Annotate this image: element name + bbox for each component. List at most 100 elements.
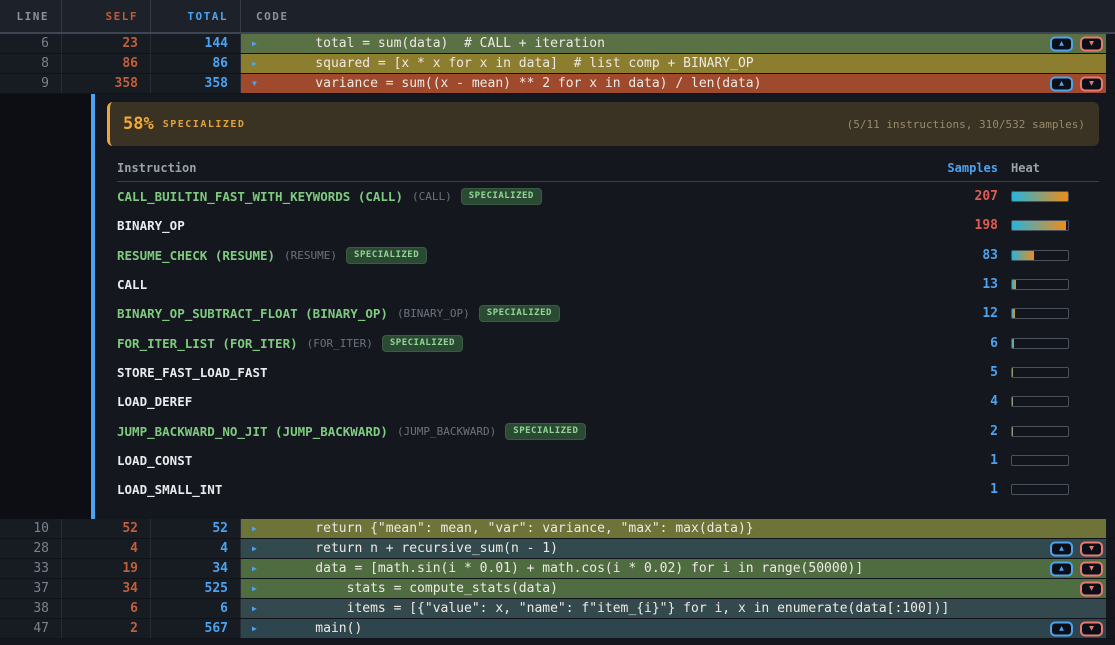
expand-toggle-icon[interactable]: ▶ <box>252 625 262 633</box>
expanded-content: 58% SPECIALIZED (5/11 instructions, 310/… <box>95 94 1115 519</box>
instruction-name: BINARY_OP_SUBTRACT_FLOAT (BINARY_OP) <box>117 306 388 321</box>
samples-value: 6 <box>928 336 998 351</box>
heat-cell <box>1011 191 1099 202</box>
total-samples: 144 <box>151 34 241 53</box>
heat-cell <box>1011 308 1099 319</box>
code-row-line-28[interactable]: 28 4 4 ▶ return n + recursive_sum(n - 1)… <box>0 539 1115 559</box>
total-samples: 34 <box>151 559 241 578</box>
nav-buttons: ▲ ▼ <box>1050 36 1103 51</box>
collapse-toggle-icon[interactable]: ▼ <box>252 80 262 88</box>
heat-cell <box>1011 484 1099 495</box>
code-cell[interactable]: ▶ items = [{"value": x, "name": f"item_{… <box>241 599 1106 618</box>
heat-bar <box>1011 220 1069 231</box>
self-samples: 34 <box>62 579 151 598</box>
code-row-line-10[interactable]: 10 52 52 ▶ return {"mean": mean, "var": … <box>0 519 1115 539</box>
code-cell[interactable]: ▶ squared = [x * x for x in data] # list… <box>241 54 1106 73</box>
column-header-total: TOTAL <box>151 0 241 32</box>
heat-cell <box>1011 455 1099 466</box>
heat-bar <box>1011 191 1069 202</box>
expand-toggle-icon[interactable]: ▶ <box>252 60 262 68</box>
specialized-badge: SPECIALIZED <box>505 423 586 440</box>
code-row-line-38[interactable]: 38 6 6 ▶ items = [{"value": x, "name": f… <box>0 599 1115 619</box>
sample-stats: (5/11 instructions, 310/532 samples) <box>847 118 1085 131</box>
line-number: 33 <box>0 559 62 578</box>
column-header-line: LINE <box>0 0 62 32</box>
nav-buttons: ▲ ▼ <box>1050 76 1103 91</box>
code-row-line-6[interactable]: 6 23 144 ▶ total = sum(data) # CALL + it… <box>0 34 1115 54</box>
code-row-line-47[interactable]: 47 2 567 ▶ main() ▲ ▼ <box>0 619 1115 639</box>
specialized-label: SPECIALIZED <box>163 119 246 130</box>
jump-down-button[interactable]: ▼ <box>1080 541 1103 556</box>
instruction-cell: BINARY_OP <box>117 218 928 233</box>
samples-value: 13 <box>928 277 998 292</box>
jump-up-button[interactable]: ▲ <box>1050 36 1073 51</box>
jump-down-button[interactable]: ▼ <box>1080 581 1103 596</box>
code-row-line-8[interactable]: 8 86 86 ▶ squared = [x * x for x in data… <box>0 54 1115 74</box>
line-number: 9 <box>0 74 62 93</box>
code-row-line-33[interactable]: 33 19 34 ▶ data = [math.sin(i * 0.01) + … <box>0 559 1115 579</box>
heat-bar <box>1011 396 1069 407</box>
code-row-line-9[interactable]: 9 358 358 ▼ variance = sum((x - mean) **… <box>0 74 1115 94</box>
jump-up-button[interactable]: ▲ <box>1050 561 1073 576</box>
header-samples: Samples <box>928 161 998 175</box>
expand-toggle-icon[interactable]: ▶ <box>252 585 262 593</box>
self-samples: 6 <box>62 599 151 618</box>
nav-buttons: ▲ ▼ <box>1080 581 1103 596</box>
instruction-row: JUMP_BACKWARD_NO_JIT (JUMP_BACKWARD) (JU… <box>117 416 1099 445</box>
base-opcode-label: (JUMP_BACKWARD) <box>397 425 496 438</box>
expanded-detail-section: 58% SPECIALIZED (5/11 instructions, 310/… <box>0 94 1115 519</box>
instruction-row: LOAD_SMALL_INT 1 <box>117 475 1099 504</box>
code-cell[interactable]: ▶ total = sum(data) # CALL + iteration ▲… <box>241 34 1106 53</box>
code-row-line-37[interactable]: 37 34 525 ▶ stats = compute_stats(data) … <box>0 579 1115 599</box>
instruction-name: BINARY_OP <box>117 218 185 233</box>
expand-toggle-icon[interactable]: ▶ <box>252 565 262 573</box>
jump-down-button[interactable]: ▼ <box>1080 561 1103 576</box>
samples-value: 12 <box>928 306 998 321</box>
line-number: 10 <box>0 519 62 538</box>
instruction-cell: RESUME_CHECK (RESUME) (RESUME) SPECIALIZ… <box>117 247 928 264</box>
line-number: 28 <box>0 539 62 558</box>
code-cell[interactable]: ▶ return n + recursive_sum(n - 1) ▲ ▼ <box>241 539 1106 558</box>
samples-value: 1 <box>928 482 998 497</box>
instruction-cell: STORE_FAST_LOAD_FAST <box>117 365 928 380</box>
heat-fill <box>1012 368 1013 377</box>
code-cell[interactable]: ▶ return {"mean": mean, "var": variance,… <box>241 519 1106 538</box>
code-text: items = [{"value": x, "name": f"item_{i}… <box>284 601 949 616</box>
specialization-summary-panel: 58% SPECIALIZED (5/11 instructions, 310/… <box>107 102 1099 146</box>
samples-value: 83 <box>928 248 998 263</box>
self-samples: 19 <box>62 559 151 578</box>
expand-toggle-icon[interactable]: ▶ <box>252 525 262 533</box>
jump-down-button[interactable]: ▼ <box>1080 621 1103 636</box>
jump-down-button[interactable]: ▼ <box>1080 76 1103 91</box>
instruction-row: RESUME_CHECK (RESUME) (RESUME) SPECIALIZ… <box>117 241 1099 270</box>
code-cell[interactable]: ▶ main() ▲ ▼ <box>241 619 1106 638</box>
code-text: return {"mean": mean, "var": variance, "… <box>284 521 754 536</box>
self-samples: 4 <box>62 539 151 558</box>
code-cell[interactable]: ▼ variance = sum((x - mean) ** 2 for x i… <box>241 74 1106 93</box>
specialized-badge: SPECIALIZED <box>346 247 427 264</box>
instruction-row: FOR_ITER_LIST (FOR_ITER) (FOR_ITER) SPEC… <box>117 328 1099 357</box>
expand-toggle-icon[interactable]: ▶ <box>252 605 262 613</box>
instruction-cell: CALL <box>117 277 928 292</box>
table-column-header: LINE SELF TOTAL CODE <box>0 0 1115 34</box>
samples-value: 207 <box>928 189 998 204</box>
base-opcode-label: (BINARY_OP) <box>397 307 470 320</box>
expand-toggle-icon[interactable]: ▶ <box>252 545 262 553</box>
expand-toggle-icon[interactable]: ▶ <box>252 40 262 48</box>
jump-up-button[interactable]: ▲ <box>1050 76 1073 91</box>
nav-buttons: ▲ ▼ <box>1050 541 1103 556</box>
code-cell[interactable]: ▶ stats = compute_stats(data) ▲ ▼ <box>241 579 1106 598</box>
nav-buttons: ▲ ▼ <box>1050 621 1103 636</box>
instruction-name: LOAD_CONST <box>117 453 192 468</box>
heat-cell <box>1011 220 1099 231</box>
code-cell[interactable]: ▶ data = [math.sin(i * 0.01) + math.cos(… <box>241 559 1106 578</box>
instruction-row: LOAD_CONST 1 <box>117 446 1099 475</box>
jump-up-button[interactable]: ▲ <box>1050 541 1073 556</box>
instruction-table-header: Instruction Samples Heat <box>117 162 1099 182</box>
jump-down-button[interactable]: ▼ <box>1080 36 1103 51</box>
samples-value: 5 <box>928 365 998 380</box>
code-text: stats = compute_stats(data) <box>284 581 558 596</box>
heat-bar <box>1011 484 1069 495</box>
jump-up-button[interactable]: ▲ <box>1050 621 1073 636</box>
expanded-gutter <box>0 94 91 519</box>
